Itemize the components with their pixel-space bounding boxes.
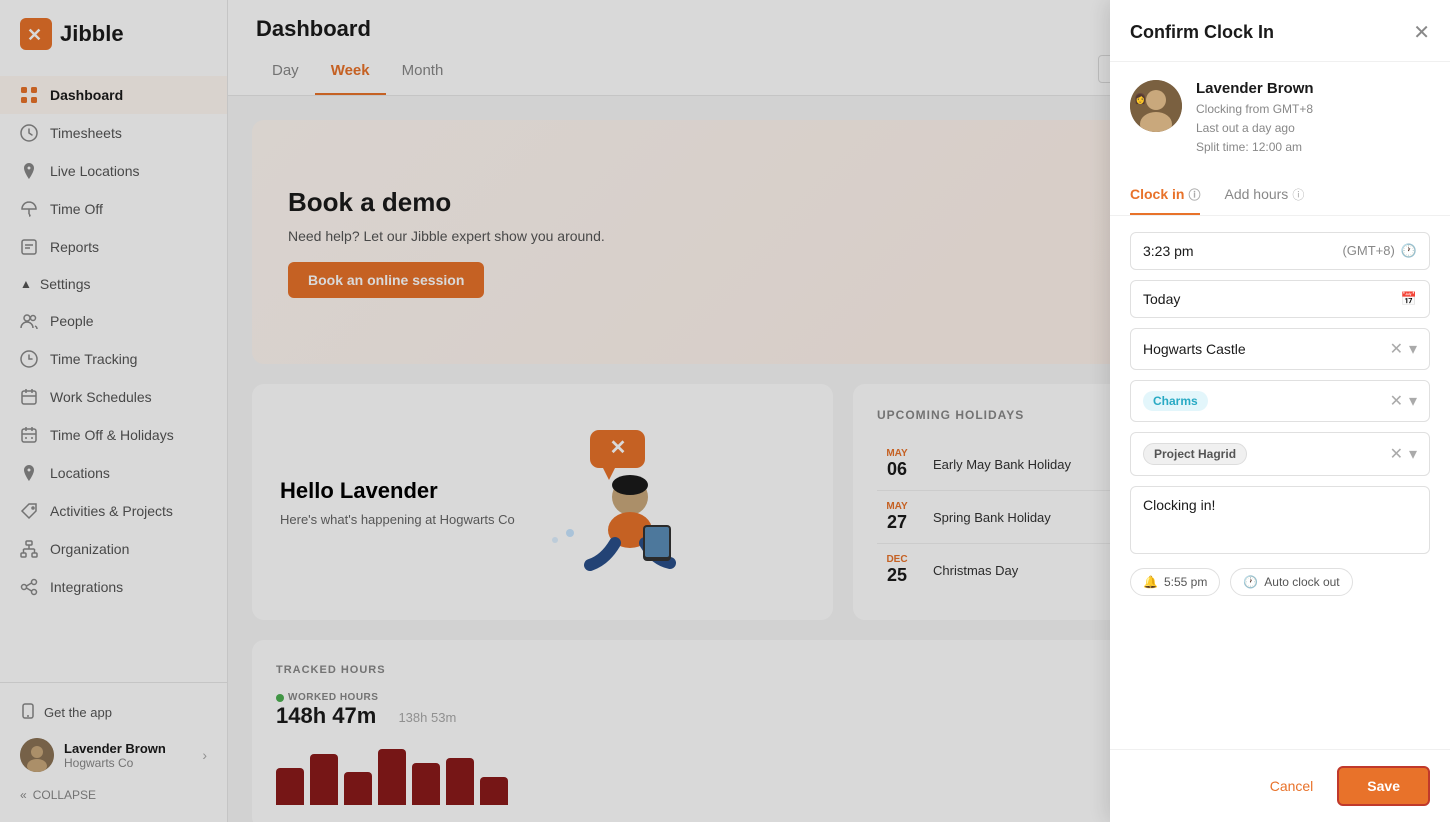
notes-placeholder: Clocking in! — [1143, 497, 1215, 513]
panel-user-section: 👩 Lavender Brown Clocking from GMT+8 Las… — [1110, 62, 1450, 176]
panel-user-details: Clocking from GMT+8 Last out a day ago S… — [1196, 100, 1314, 158]
panel-avatar: 👩 — [1130, 80, 1182, 132]
panel-tab-clock-in[interactable]: Clock in ⓘ — [1130, 176, 1200, 215]
time-field[interactable]: 3:23 pm (GMT+8) 🕐 — [1130, 232, 1430, 270]
panel-user-name: Lavender Brown — [1196, 80, 1314, 97]
field-right: (GMT+8) 🕐 — [1342, 243, 1417, 259]
chevron-down-icon: ▾ — [1409, 444, 1417, 464]
activity-tag-container: Charms — [1143, 391, 1208, 411]
panel-tabs: Clock in ⓘ Add hours ⓘ — [1110, 176, 1450, 216]
select-actions: ✕ ▾ — [1390, 339, 1417, 359]
clocking-from: Clocking from GMT+8 — [1196, 102, 1313, 116]
clock-icon: 🕐 — [1401, 243, 1417, 259]
clear-icon[interactable]: ✕ — [1390, 391, 1403, 411]
close-button[interactable]: ✕ — [1413, 20, 1430, 45]
confirm-clock-in-panel: Confirm Clock In ✕ 👩 Lavender Brown Cloc… — [1110, 0, 1450, 822]
panel-tab-label: Clock in — [1130, 186, 1184, 202]
panel-title: Confirm Clock In — [1130, 22, 1274, 43]
panel-header: Confirm Clock In ✕ — [1110, 0, 1450, 62]
notes-field[interactable]: Clocking in! — [1130, 486, 1430, 554]
reminder-button[interactable]: 🔔 5:55 pm — [1130, 568, 1220, 596]
chevron-down-icon: ▾ — [1409, 391, 1417, 411]
field-right: 📅 — [1401, 291, 1417, 307]
location-value: Hogwarts Castle — [1143, 341, 1246, 357]
date-field[interactable]: Today 📅 — [1130, 280, 1430, 318]
calendar-icon: 📅 — [1401, 291, 1417, 307]
bell-icon: 🔔 — [1143, 575, 1158, 589]
reminder-time: 5:55 pm — [1164, 575, 1207, 589]
panel-footer-options: 🔔 5:55 pm 🕐 Auto clock out — [1130, 568, 1430, 596]
save-button[interactable]: Save — [1337, 766, 1430, 806]
svg-text:👩: 👩 — [1134, 92, 1146, 105]
cancel-button[interactable]: Cancel — [1258, 770, 1326, 802]
date-value: Today — [1143, 291, 1180, 307]
info-icon: ⓘ — [1188, 186, 1200, 203]
chevron-down-icon: ▾ — [1409, 339, 1417, 359]
time-value: 3:23 pm — [1143, 243, 1194, 259]
project-tag-container: Project Hagrid — [1143, 443, 1247, 465]
last-out: Last out a day ago — [1196, 121, 1295, 135]
activity-tag: Charms — [1143, 391, 1208, 411]
auto-clock-out-label: Auto clock out — [1264, 575, 1339, 589]
clear-icon[interactable]: ✕ — [1390, 444, 1403, 464]
timezone-label: (GMT+8) — [1342, 243, 1394, 258]
panel-footer: Cancel Save — [1110, 749, 1450, 822]
auto-clock-out-button[interactable]: 🕐 Auto clock out — [1230, 568, 1352, 596]
location-select[interactable]: Hogwarts Castle ✕ ▾ — [1130, 328, 1430, 370]
select-actions: ✕ ▾ — [1390, 444, 1417, 464]
info-icon: ⓘ — [1292, 186, 1304, 203]
project-tag: Project Hagrid — [1143, 443, 1247, 465]
select-actions: ✕ ▾ — [1390, 391, 1417, 411]
clock-icon: 🕐 — [1243, 575, 1258, 589]
panel-tab-label: Add hours — [1224, 186, 1288, 202]
panel-tab-add-hours[interactable]: Add hours ⓘ — [1224, 176, 1304, 215]
activity-select[interactable]: Charms ✕ ▾ — [1130, 380, 1430, 422]
split-time: Split time: 12:00 am — [1196, 140, 1302, 154]
panel-body: 3:23 pm (GMT+8) 🕐 Today 📅 Hogwarts Castl… — [1110, 216, 1450, 749]
clear-icon[interactable]: ✕ — [1390, 339, 1403, 359]
project-select[interactable]: Project Hagrid ✕ ▾ — [1130, 432, 1430, 476]
panel-user-info: Lavender Brown Clocking from GMT+8 Last … — [1196, 80, 1314, 158]
